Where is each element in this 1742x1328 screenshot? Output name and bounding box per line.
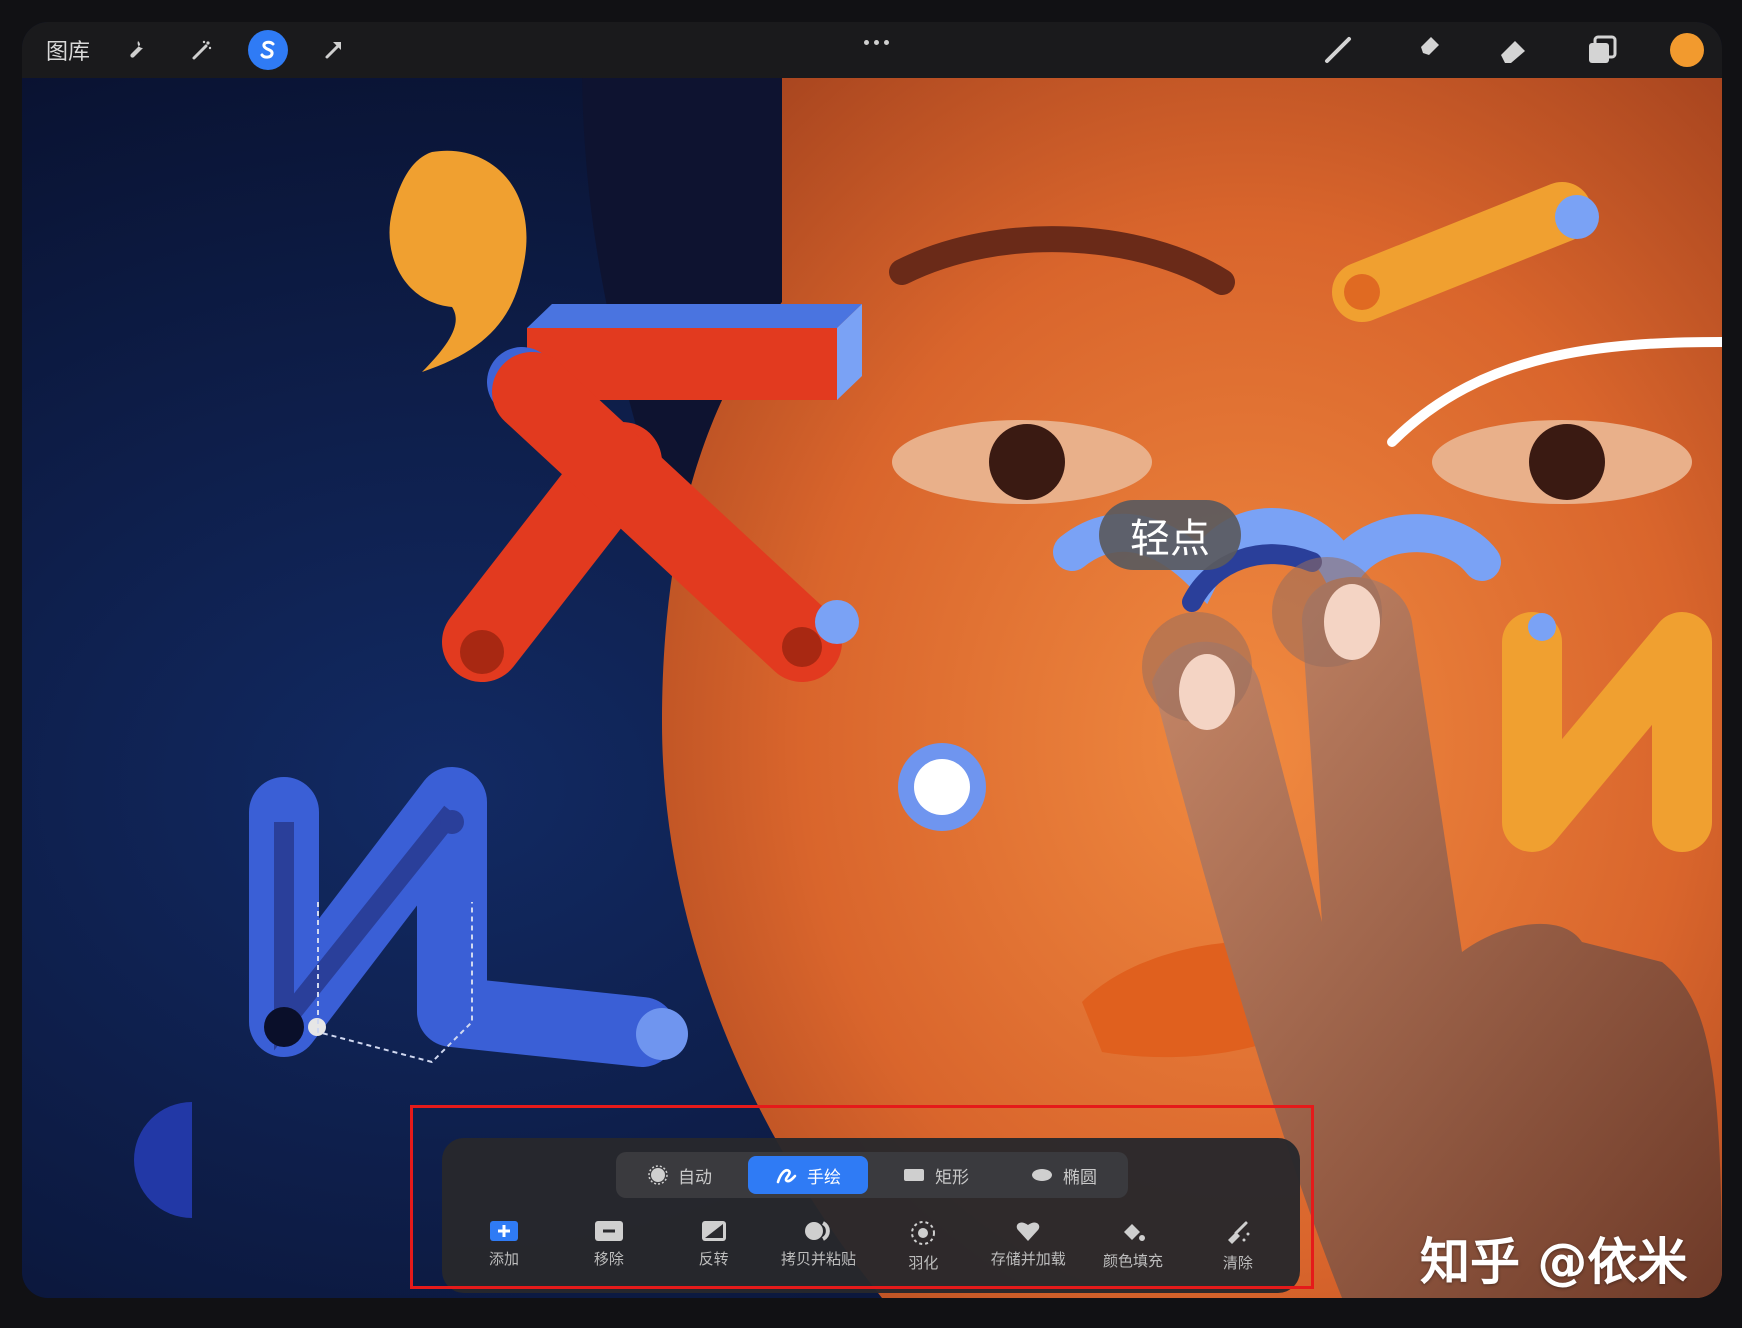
magic-wand-icon[interactable] (182, 30, 222, 70)
gallery-button[interactable]: 图库 (46, 34, 90, 66)
tap-gesture-hint: 轻点 (1099, 500, 1241, 570)
eraser-icon[interactable] (1494, 30, 1534, 70)
selection-s-icon[interactable] (248, 30, 289, 70)
layers-icon[interactable] (1582, 30, 1622, 70)
transform-arrow-icon[interactable] (314, 30, 354, 70)
color-picker-button[interactable] (1670, 33, 1704, 67)
more-options-icon[interactable] (856, 30, 896, 54)
watermark: 知乎 @依米 (1420, 1233, 1688, 1291)
brush-icon[interactable] (1318, 30, 1358, 70)
top-toolbar: 图库 (22, 22, 1722, 78)
annotation-highlight-box (410, 1105, 1314, 1289)
smudge-icon[interactable] (1406, 30, 1446, 70)
wrench-icon[interactable] (116, 30, 156, 70)
